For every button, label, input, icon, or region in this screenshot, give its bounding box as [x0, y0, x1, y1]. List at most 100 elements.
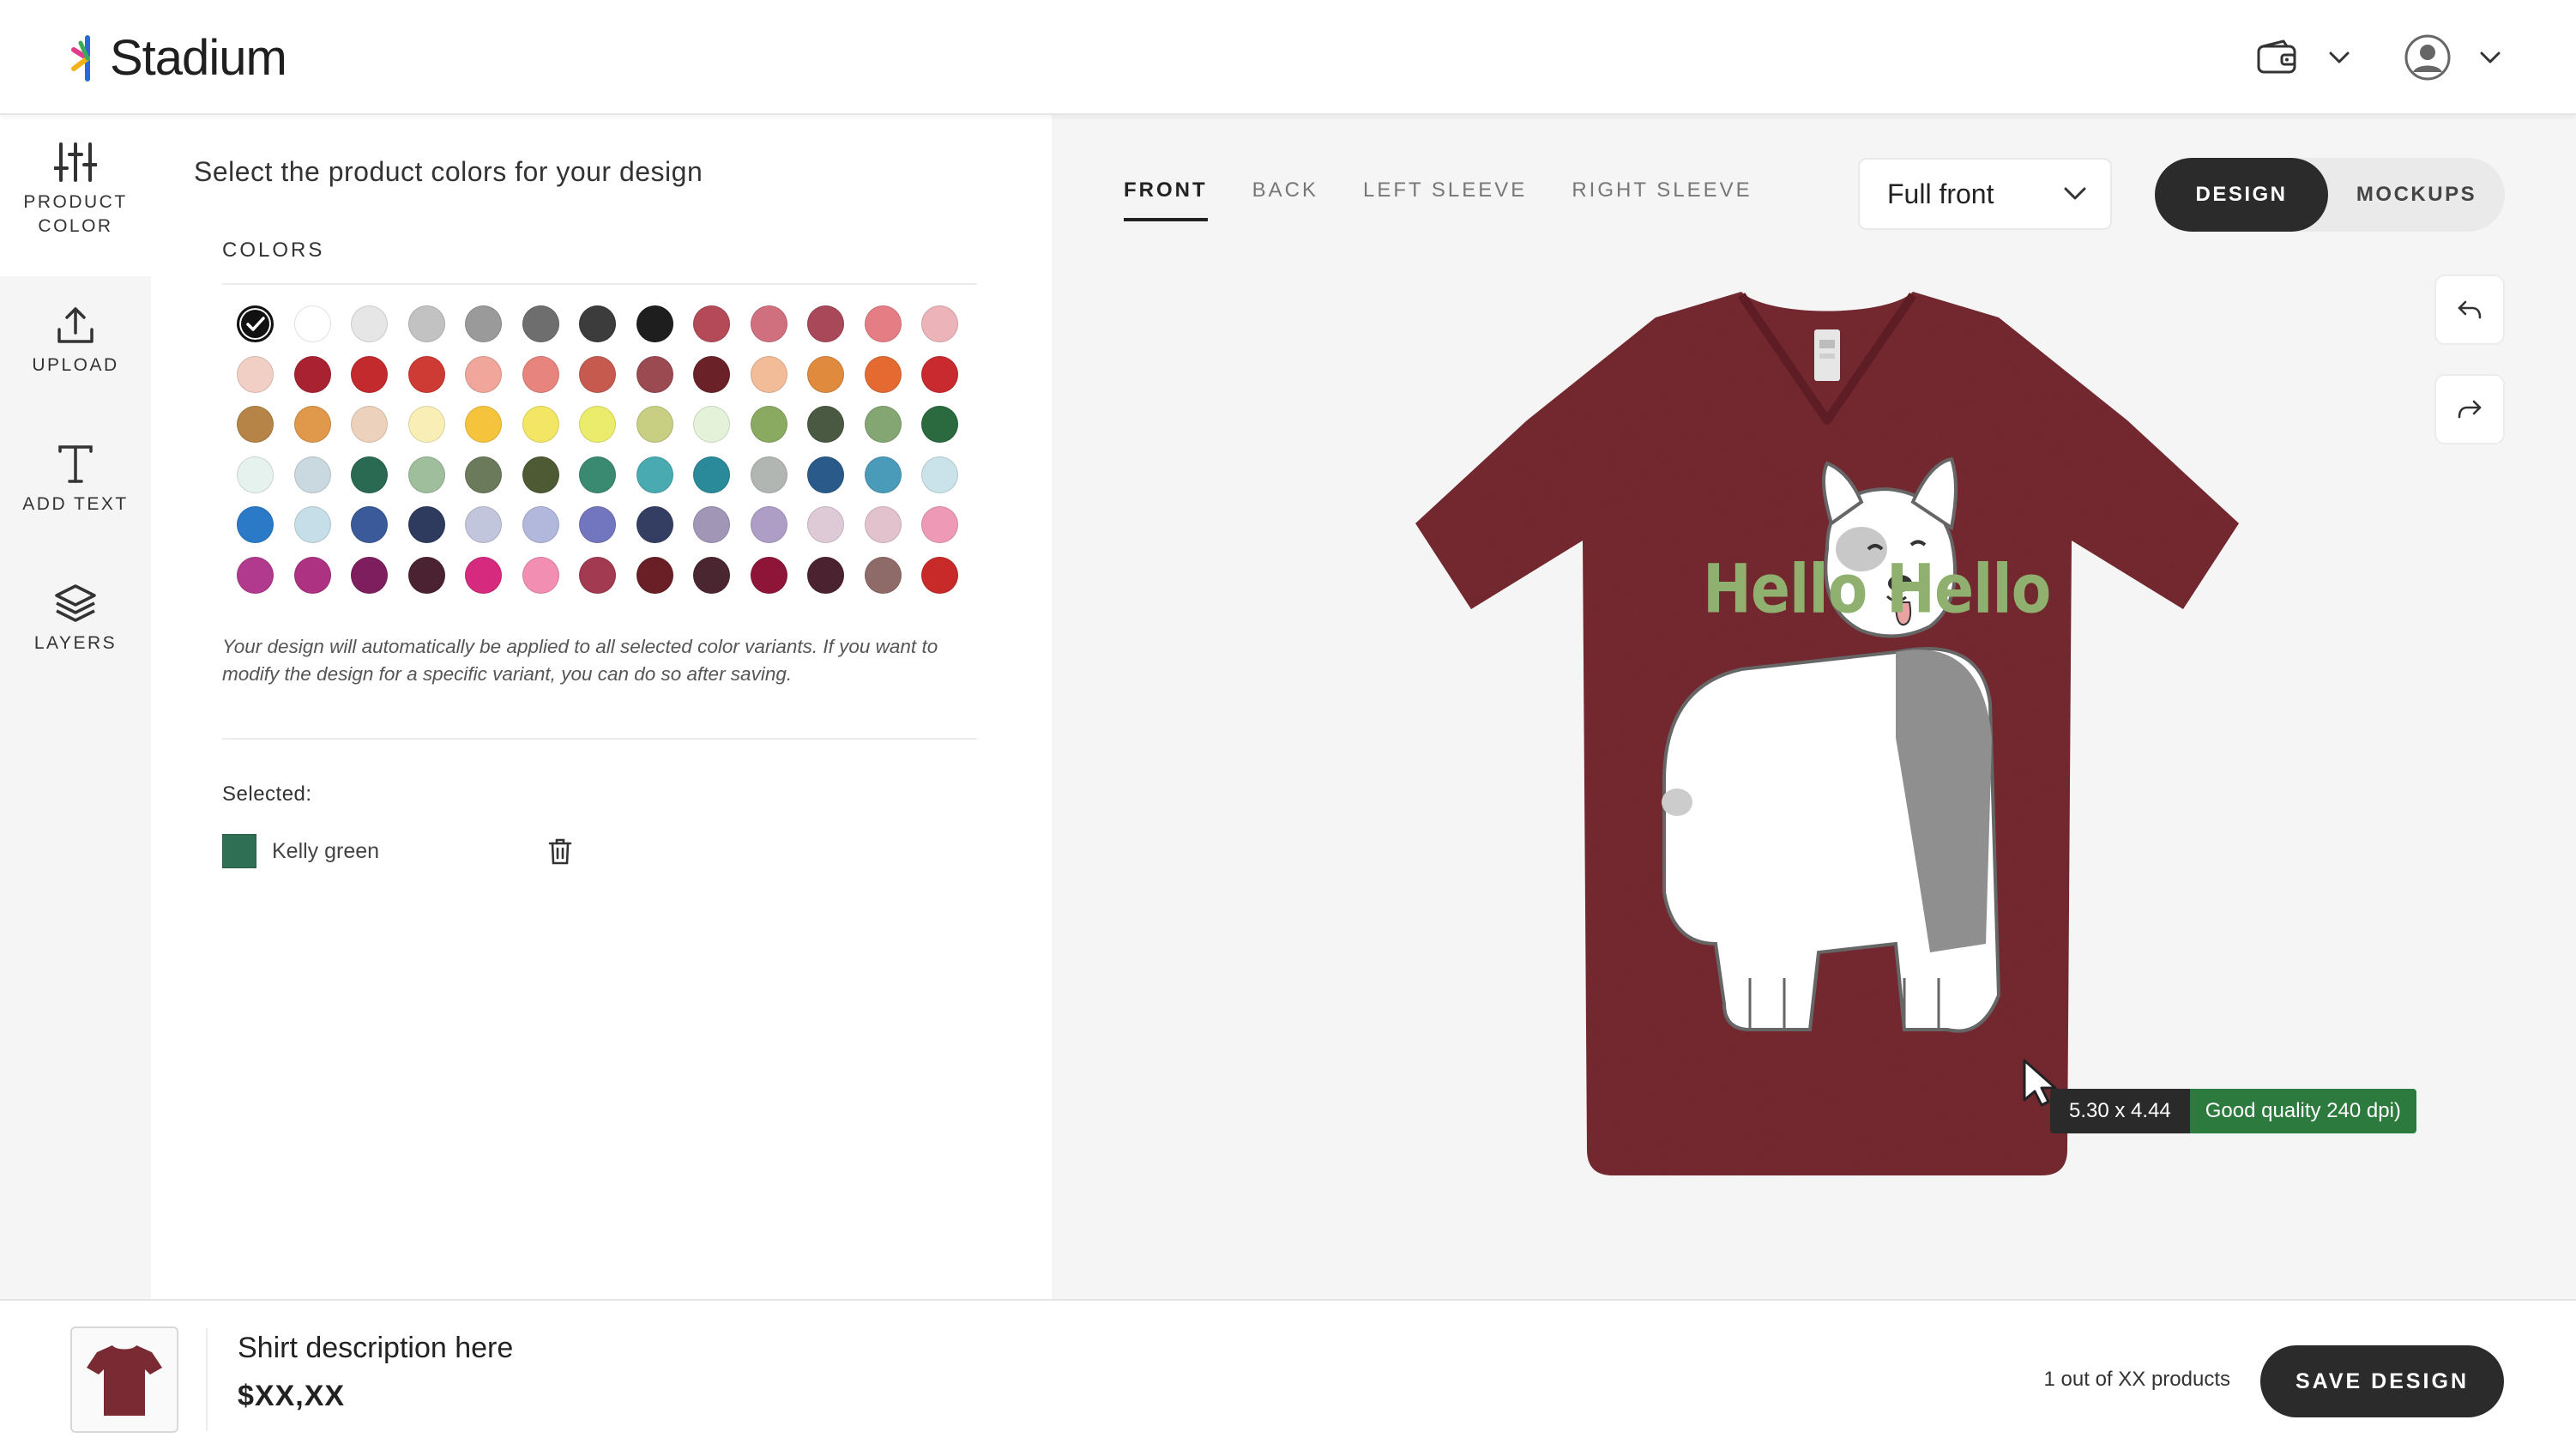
trash-icon[interactable]: [543, 834, 577, 868]
color-swatch[interactable]: [237, 406, 274, 443]
color-swatch[interactable]: [465, 355, 502, 393]
tab-back[interactable]: BACK: [1252, 178, 1318, 221]
color-swatch[interactable]: [921, 556, 958, 594]
color-swatch[interactable]: [522, 456, 559, 493]
color-swatch[interactable]: [293, 456, 331, 493]
color-swatch[interactable]: [351, 406, 388, 443]
redo-button[interactable]: [2434, 374, 2505, 444]
color-swatch[interactable]: [693, 305, 730, 342]
user-avatar-icon[interactable]: [2399, 29, 2456, 86]
color-swatch[interactable]: [693, 406, 730, 443]
color-swatch[interactable]: [407, 305, 445, 342]
chevron-down-icon[interactable]: [2322, 40, 2356, 75]
color-swatch[interactable]: [351, 355, 388, 393]
color-swatch[interactable]: [750, 406, 787, 443]
color-swatch[interactable]: [579, 355, 616, 393]
design-toggle-button[interactable]: DESIGN: [2155, 158, 2328, 232]
color-swatch[interactable]: [864, 305, 902, 342]
color-swatch[interactable]: [750, 556, 787, 594]
color-swatch[interactable]: [864, 506, 902, 543]
color-swatch[interactable]: [921, 355, 958, 393]
color-swatch[interactable]: [693, 556, 730, 594]
color-swatch[interactable]: [407, 355, 445, 393]
color-swatch[interactable]: [864, 556, 902, 594]
color-swatch[interactable]: [407, 506, 445, 543]
color-swatch[interactable]: [693, 506, 730, 543]
color-swatch[interactable]: [293, 406, 331, 443]
color-swatch[interactable]: [237, 556, 274, 594]
color-swatch[interactable]: [750, 355, 787, 393]
color-swatch[interactable]: [921, 456, 958, 493]
tab-left-sleeve[interactable]: LEFT SLEEVE: [1363, 178, 1527, 221]
color-swatch[interactable]: [465, 506, 502, 543]
rail-item-upload[interactable]: UPLOAD: [0, 305, 151, 378]
color-swatch[interactable]: [237, 355, 274, 393]
color-swatch[interactable]: [465, 406, 502, 443]
color-swatch[interactable]: [237, 456, 274, 493]
save-design-button[interactable]: SAVE DESIGN: [2260, 1345, 2504, 1417]
color-swatch[interactable]: [807, 556, 844, 594]
wallet-icon[interactable]: [2248, 29, 2305, 86]
color-swatch[interactable]: [750, 506, 787, 543]
tshirt-mockup[interactable]: [1381, 292, 2273, 1227]
tab-front[interactable]: FRONT: [1124, 178, 1208, 221]
color-swatch[interactable]: [693, 456, 730, 493]
color-swatch[interactable]: [522, 355, 559, 393]
color-swatch[interactable]: [636, 556, 673, 594]
color-swatch[interactable]: [351, 506, 388, 543]
color-swatch[interactable]: [407, 406, 445, 443]
color-swatch[interactable]: [407, 456, 445, 493]
color-swatch[interactable]: [293, 355, 331, 393]
color-swatch[interactable]: [807, 355, 844, 393]
color-swatch[interactable]: [807, 406, 844, 443]
color-swatch[interactable]: [465, 305, 502, 342]
color-swatch[interactable]: [351, 556, 388, 594]
color-swatch[interactable]: [293, 305, 331, 342]
color-swatch[interactable]: [864, 355, 902, 393]
color-swatch[interactable]: [522, 506, 559, 543]
color-swatch[interactable]: [237, 305, 274, 342]
placement-dropdown[interactable]: Full front: [1858, 158, 2112, 230]
color-swatch[interactable]: [407, 556, 445, 594]
color-swatch[interactable]: [465, 456, 502, 493]
color-swatch[interactable]: [522, 556, 559, 594]
rail-item-add-text[interactable]: ADD TEXT: [0, 444, 151, 517]
color-swatch[interactable]: [807, 456, 844, 493]
color-swatch[interactable]: [807, 305, 844, 342]
color-swatch[interactable]: [237, 506, 274, 543]
rail-item-layers[interactable]: LAYERS: [0, 583, 151, 656]
chevron-down-icon[interactable]: [2473, 40, 2507, 75]
color-swatch[interactable]: [579, 506, 616, 543]
color-swatch[interactable]: [579, 456, 616, 493]
color-swatch[interactable]: [293, 506, 331, 543]
color-swatch[interactable]: [921, 506, 958, 543]
color-swatch[interactable]: [921, 406, 958, 443]
color-swatch[interactable]: [807, 506, 844, 543]
color-swatch[interactable]: [579, 406, 616, 443]
color-swatch[interactable]: [522, 406, 559, 443]
color-swatch[interactable]: [750, 456, 787, 493]
mockups-toggle-button[interactable]: MOCKUPS: [2328, 158, 2505, 232]
color-swatch[interactable]: [579, 305, 616, 342]
rail-item-product-color[interactable]: PRODUCT COLOR: [0, 115, 151, 276]
color-swatch[interactable]: [864, 456, 902, 493]
color-swatch[interactable]: [693, 355, 730, 393]
logo[interactable]: Stadium: [69, 29, 287, 87]
color-swatch[interactable]: [351, 456, 388, 493]
color-swatch[interactable]: [921, 305, 958, 342]
color-swatch[interactable]: [351, 305, 388, 342]
color-swatch[interactable]: [636, 456, 673, 493]
color-swatch[interactable]: [636, 506, 673, 543]
color-swatch[interactable]: [293, 556, 331, 594]
design-text[interactable]: Hello Hello: [1703, 551, 2051, 629]
color-swatch[interactable]: [522, 305, 559, 342]
color-swatch[interactable]: [636, 355, 673, 393]
undo-button[interactable]: [2434, 275, 2505, 345]
tab-right-sleeve[interactable]: RIGHT SLEEVE: [1572, 178, 1752, 221]
color-swatch[interactable]: [636, 406, 673, 443]
color-swatch[interactable]: [750, 305, 787, 342]
product-thumbnail[interactable]: [70, 1326, 178, 1433]
color-swatch[interactable]: [636, 305, 673, 342]
color-swatch[interactable]: [579, 556, 616, 594]
color-swatch[interactable]: [864, 406, 902, 443]
